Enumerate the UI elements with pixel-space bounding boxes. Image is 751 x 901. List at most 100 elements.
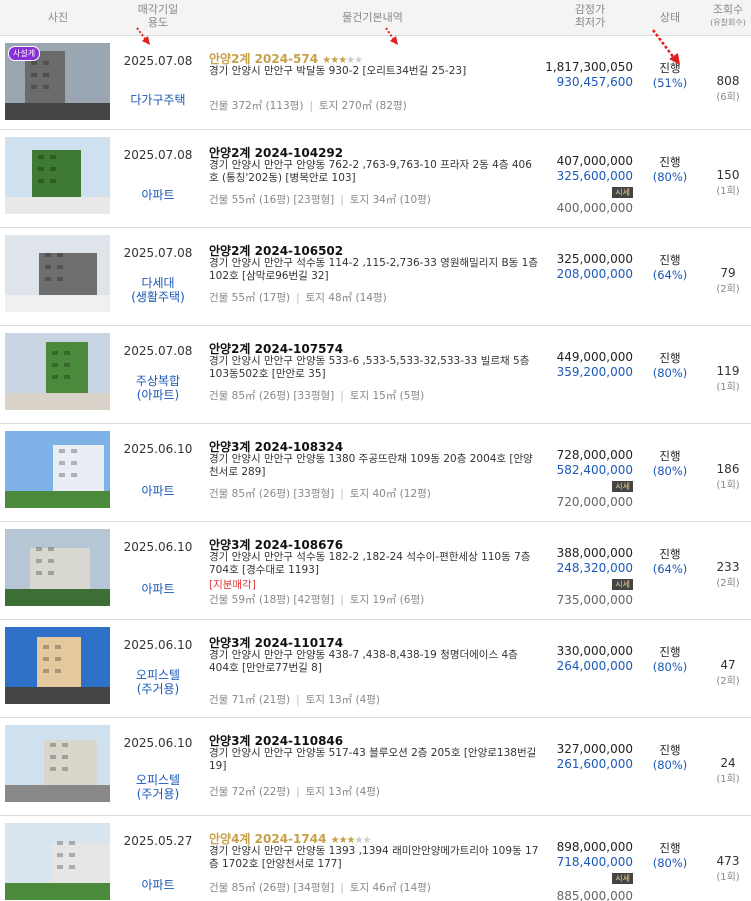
- fail-count: (6회): [716, 92, 740, 103]
- property-usage: 아파트: [141, 878, 175, 892]
- appraisal-price: 407,000,000: [556, 154, 633, 168]
- property-address: 경기 안양시 만안구 안양동 762-2 ,763-9,763-10 프라자 2…: [209, 159, 532, 184]
- market-price-badge[interactable]: 시세: [612, 577, 633, 590]
- property-photo[interactable]: [5, 725, 110, 802]
- property-address: 경기 안양시 만안구 박달동 930-2 [오리트34번길 25-23]: [209, 65, 467, 77]
- header-photo: 사진: [47, 11, 69, 24]
- property-photo[interactable]: 사설게: [5, 43, 110, 120]
- area-info: 건물 372㎡ (113평) | 토지 270㎡ (82평): [209, 100, 407, 112]
- status-badge: 진행: [659, 743, 681, 757]
- property-usage: 오피스텔 (주거용): [135, 773, 181, 801]
- area-info: 건물 55㎡ (17평) | 토지 48㎡ (14평): [209, 292, 387, 304]
- share-sale-note: [지분매각]: [209, 579, 256, 591]
- property-address: 경기 안양시 만안구 석수동 182-2 ,182-24 석수이-편한세상 11…: [209, 551, 531, 576]
- fail-count: (2회): [716, 676, 740, 687]
- area-info: 건물 85㎡ (26평) [33평형] | 토지 40㎡ (12평): [209, 488, 431, 500]
- table-row[interactable]: 2025.07.08 아파트 안양2계 2024-104292 경기 안양시 만…: [0, 130, 751, 228]
- area-info: 건물 85㎡ (26평) [33평형] | 토지 15㎡ (5평): [209, 390, 425, 402]
- sale-date: 2025.06.10: [123, 638, 193, 652]
- market-price-badge[interactable]: 시세: [612, 185, 633, 198]
- table-row[interactable]: 2025.06.10 아파트 안양3계 2024-108676 경기 안양시 만…: [0, 522, 751, 620]
- view-count: 473: [716, 854, 740, 868]
- table-row[interactable]: 사설게 2025.07.08 다가구주택 안양2계 2024-574 ★★★★★…: [0, 36, 751, 130]
- sale-date: 2025.06.10: [123, 442, 193, 456]
- area-info: 건물 59㎡ (18평) [42평형] | 토지 19㎡ (6평): [209, 594, 425, 606]
- annotation-arrow-date: [136, 27, 150, 45]
- property-usage: 아파트: [141, 188, 175, 202]
- minimum-price: 718,400,000: [556, 855, 633, 869]
- property-photo[interactable]: [5, 333, 110, 410]
- property-photo[interactable]: [5, 431, 110, 508]
- header-price[interactable]: 감정가 최저가: [545, 3, 635, 29]
- appraisal-price: 325,000,000: [556, 252, 633, 266]
- area-info: 건물 71㎡ (21평) | 토지 13㎡ (4평): [209, 694, 381, 706]
- property-photo[interactable]: [5, 627, 110, 704]
- special-case-badge: 사설게: [8, 46, 41, 61]
- annotation-arrow-basic: [385, 27, 398, 45]
- market-price: 735,000,000: [556, 593, 633, 607]
- sale-date: 2025.06.10: [123, 540, 193, 554]
- property-usage: 오피스텔 (주거용): [135, 668, 181, 696]
- kb-market-icon: 시세: [612, 187, 633, 198]
- appraisal-price: 728,000,000: [556, 448, 633, 462]
- view-count: 79: [720, 266, 736, 280]
- minimum-price: 359,200,000: [556, 365, 633, 379]
- property-usage: 아파트: [141, 484, 175, 498]
- minimum-price: 582,400,000: [556, 463, 633, 477]
- market-price: 400,000,000: [556, 201, 633, 215]
- price-ratio: (80%): [652, 856, 688, 870]
- sale-date: 2025.07.08: [123, 54, 193, 68]
- fail-count: (1회): [716, 186, 740, 197]
- header-date-usage[interactable]: 매각기일 용도: [116, 3, 200, 29]
- property-address: 경기 안양시 만안구 안양동 533-6 ,533-5,533-32,533-3…: [209, 355, 530, 380]
- status-badge: 진행: [659, 547, 681, 561]
- view-count: 808: [716, 74, 740, 88]
- sale-date: 2025.07.08: [123, 246, 193, 260]
- fail-count: (1회): [716, 774, 740, 785]
- property-address: 경기 안양시 만안구 안양동 438-7 ,438-8,438-19 청명더에이…: [209, 649, 518, 674]
- view-count: 233: [716, 560, 740, 574]
- market-price-badge[interactable]: 시세: [612, 871, 633, 884]
- table-row[interactable]: 2025.06.10 오피스텔 (주거용) 안양3계 2024-110846 경…: [0, 718, 751, 816]
- property-photo[interactable]: [5, 823, 110, 900]
- price-ratio: (80%): [652, 170, 688, 184]
- fail-count: (1회): [716, 480, 740, 491]
- fail-count: (2회): [716, 284, 740, 295]
- fail-count: (1회): [716, 382, 740, 393]
- header-views[interactable]: 조회수 (유찰회수): [705, 3, 751, 29]
- status-badge: 진행: [659, 841, 681, 855]
- property-usage: 다가구주택: [130, 93, 186, 107]
- kb-market-icon: 시세: [612, 873, 633, 884]
- table-row[interactable]: 2025.06.10 아파트 안양3계 2024-108324 경기 안양시 만…: [0, 424, 751, 522]
- view-count: 24: [720, 756, 736, 770]
- fail-count: (2회): [716, 578, 740, 589]
- view-count: 186: [716, 462, 740, 476]
- property-photo[interactable]: [5, 529, 110, 606]
- auction-list-table: 사진 매각기일 용도 물건기본내역 감정가 최저가 상태 조회수 (유찰회수): [0, 0, 751, 901]
- table-row[interactable]: 2025.06.10 오피스텔 (주거용) 안양3계 2024-110174 경…: [0, 620, 751, 718]
- header-status[interactable]: 상태: [635, 11, 705, 24]
- view-count: 150: [716, 168, 740, 182]
- table-row[interactable]: 2025.07.08 주상복합 (아파트) 안양2계 2024-107574 경…: [0, 326, 751, 424]
- status-badge: 진행: [659, 449, 681, 463]
- view-count: 119: [716, 364, 740, 378]
- table-header: 사진 매각기일 용도 물건기본내역 감정가 최저가 상태 조회수 (유찰회수): [0, 0, 751, 36]
- property-photo[interactable]: [5, 235, 110, 312]
- minimum-price: 325,600,000: [556, 169, 633, 183]
- price-ratio: (80%): [652, 660, 688, 674]
- property-photo[interactable]: [5, 137, 110, 214]
- header-basic-info: 물건기본내역: [342, 11, 403, 24]
- table-row[interactable]: 2025.05.27 아파트 안양4계 2024-1744 ★★★★★ 경기 안…: [0, 816, 751, 901]
- minimum-price: 208,000,000: [556, 267, 633, 281]
- status-badge: 진행: [659, 351, 681, 365]
- status-badge: 진행: [659, 253, 681, 267]
- property-address: 경기 안양시 만안구 안양동 517-43 블루오션 2층 205호 [안양로1…: [209, 747, 537, 772]
- market-price-badge[interactable]: 시세: [612, 479, 633, 492]
- table-row[interactable]: 2025.07.08 다세대 (생활주택) 안양2계 2024-106502 경…: [0, 228, 751, 326]
- kb-market-icon: 시세: [612, 579, 633, 590]
- appraisal-price: 388,000,000: [556, 546, 633, 560]
- view-count: 47: [720, 658, 736, 672]
- status-badge: 진행: [659, 155, 681, 169]
- appraisal-price: 449,000,000: [556, 350, 633, 364]
- property-usage: 주상복합 (아파트): [135, 374, 181, 402]
